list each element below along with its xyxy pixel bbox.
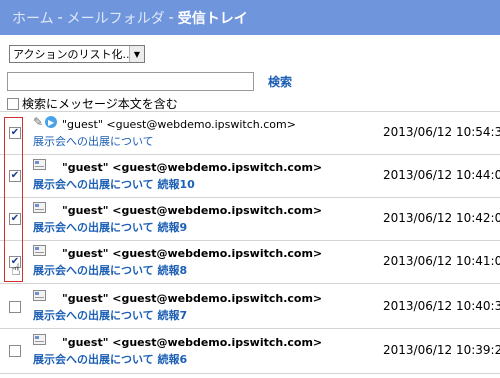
divider (0, 373, 500, 374)
action-select[interactable]: アクションのリスト化... ▼ (9, 45, 145, 63)
message-sender: "guest" <guest@webdemo.ipswitch.com> (62, 247, 323, 260)
search-input[interactable] (7, 72, 254, 91)
message-row[interactable]: ✔ ✎ ▶ "guest" <guest@webdemo.ipswitch.co… (0, 113, 500, 153)
message-status-icons (33, 334, 46, 345)
message-status-icons: ✎ ▶ (33, 115, 58, 129)
envelope-icon (33, 290, 46, 301)
message-status-icons (33, 202, 46, 213)
envelope-icon (33, 245, 46, 256)
message-status-icons (33, 159, 46, 170)
body-search-checkbox[interactable] (7, 97, 19, 110)
message-sender: "guest" <guest@webdemo.ipswitch.com> (62, 204, 323, 217)
message-checkbox[interactable]: ✔ (9, 170, 21, 182)
envelope-icon (33, 334, 46, 345)
message-row[interactable]: ✔ "guest" <guest@webdemo.ipswitch.com> 展… (0, 242, 500, 282)
message-checkbox[interactable]: ✔ (9, 127, 21, 139)
message-date: 2013/06/12 10:44:08 (383, 168, 500, 182)
body-search-label: 検索にメッセージ本文を含む (22, 97, 178, 111)
divider (0, 328, 500, 329)
message-date: 2013/06/12 10:41:08 (383, 254, 500, 268)
page-title: 受信トレイ (177, 10, 248, 27)
message-sender: "guest" <guest@webdemo.ipswitch.com> (62, 336, 323, 349)
message-date: 2013/06/12 10:40:32 (383, 299, 500, 313)
message-row[interactable]: "guest" <guest@webdemo.ipswitch.com> 展示会… (0, 331, 500, 371)
message-status-icons (33, 245, 46, 256)
message-subject-link[interactable]: 展示会への出展について 続報7 (33, 307, 187, 323)
message-row[interactable]: ✔ "guest" <guest@webdemo.ipswitch.com> 展… (0, 199, 500, 239)
message-sender: "guest" <guest@webdemo.ipswitch.com> (62, 161, 323, 174)
breadcrumb-separator: - (168, 9, 174, 26)
envelope-icon (33, 159, 46, 170)
message-sender: "guest" <guest@webdemo.ipswitch.com> (62, 118, 296, 131)
message-row[interactable]: ✔ "guest" <guest@webdemo.ipswitch.com> 展… (0, 156, 500, 196)
search-button[interactable]: 検索 (268, 73, 292, 90)
message-date: 2013/06/12 10:54:32 (383, 125, 500, 139)
envelope-icon (33, 202, 46, 213)
message-subject-link[interactable]: 展示会への出展について 続報10 (33, 176, 195, 192)
message-checkbox[interactable] (9, 345, 21, 357)
divider (0, 283, 500, 284)
reply-icon: ▶ (45, 116, 58, 128)
message-row[interactable]: "guest" <guest@webdemo.ipswitch.com> 展示会… (0, 287, 500, 327)
message-subject-link[interactable]: 展示会への出展について 続報8 (33, 262, 187, 278)
message-checkbox[interactable] (9, 301, 21, 313)
message-date: 2013/06/12 10:42:08 (383, 211, 500, 225)
paperclip-icon: ✎ (33, 115, 44, 129)
chevron-down-icon[interactable]: ▼ (129, 46, 144, 62)
divider (0, 154, 500, 155)
message-checkbox[interactable]: ✔ (9, 213, 21, 225)
divider (0, 111, 500, 112)
message-status-icons (33, 290, 46, 301)
breadcrumb-separator: - (57, 9, 63, 26)
message-subject-link[interactable]: 展示会への出展について 続報9 (33, 219, 187, 235)
message-date: 2013/06/12 10:39:20 (383, 343, 500, 357)
hand-cursor-icon: ☝ (11, 260, 21, 279)
message-subject-link[interactable]: 展示会への出展について (33, 133, 154, 149)
divider (0, 240, 500, 241)
action-select-value: アクションのリスト化... (13, 48, 129, 61)
message-sender: "guest" <guest@webdemo.ipswitch.com> (62, 292, 323, 305)
breadcrumb-mail-folder[interactable]: メールフォルダ (67, 8, 165, 28)
breadcrumb: ホーム - メールフォルダ - 受信トレイ (0, 0, 500, 35)
divider (0, 197, 500, 198)
message-subject-link[interactable]: 展示会への出展について 続報6 (33, 351, 187, 367)
body-search-option[interactable]: 検索にメッセージ本文を含む (7, 95, 178, 112)
breadcrumb-home[interactable]: ホーム (12, 8, 54, 28)
